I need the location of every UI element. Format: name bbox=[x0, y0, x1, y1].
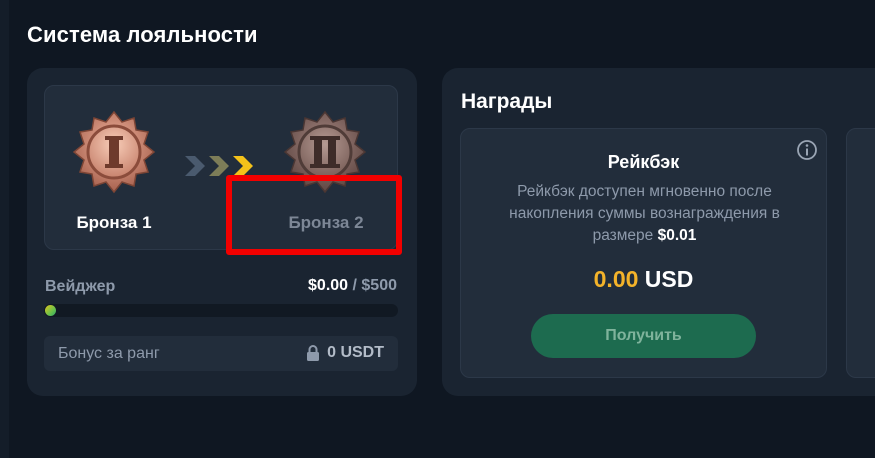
bronze-1-badge-icon bbox=[72, 110, 156, 194]
rewards-card: Награды Рейкбэк Рейкбэк доступен мгновен… bbox=[442, 68, 875, 396]
wager-target: $500 bbox=[361, 277, 397, 294]
loyalty-page: Система лояльности Бронза 1 Бронза 2 Вей… bbox=[0, 0, 875, 458]
claim-cashback-button[interactable]: Получить bbox=[531, 314, 756, 358]
wager-amount: $0.00 / $500 bbox=[308, 277, 397, 295]
left-edge-strip bbox=[0, 0, 9, 458]
cashback-min-amount: $0.01 bbox=[657, 227, 697, 244]
rank-bonus-amount: 0 USDT bbox=[327, 344, 384, 361]
rank-bonus-value: 0 USDT bbox=[306, 344, 384, 362]
cashback-amount: 0.00 USD bbox=[461, 266, 826, 293]
wager-progress-bar bbox=[44, 304, 398, 317]
wager-highlight-box bbox=[226, 175, 402, 255]
cashback-card: Рейкбэк Рейкбэк доступен мгновенно после… bbox=[460, 128, 827, 378]
rewards-title: Награды bbox=[461, 90, 553, 113]
wager-separator: / bbox=[348, 277, 362, 294]
lock-icon bbox=[307, 345, 320, 361]
wager-label: Вейджер bbox=[45, 278, 116, 295]
progress-start-dot bbox=[45, 305, 56, 316]
cashback-currency: USD bbox=[644, 266, 694, 292]
cashback-amount-value: 0.00 bbox=[593, 266, 639, 292]
rank-bonus-label: Бонус за ранг bbox=[58, 345, 160, 362]
rank-bonus-row: Бонус за ранг 0 USDT bbox=[44, 336, 398, 371]
current-rank-label: Бронза 1 bbox=[76, 213, 152, 232]
next-reward-card-edge bbox=[846, 128, 875, 378]
wager-current: $0.00 bbox=[308, 277, 349, 294]
page-title: Система лояльности bbox=[27, 22, 258, 47]
cashback-description-text: Рейкбэк доступен мгновенно после накопле… bbox=[509, 183, 780, 244]
cashback-title: Рейкбэк bbox=[607, 152, 680, 172]
cashback-description: Рейкбэк доступен мгновенно после накопле… bbox=[481, 181, 808, 247]
